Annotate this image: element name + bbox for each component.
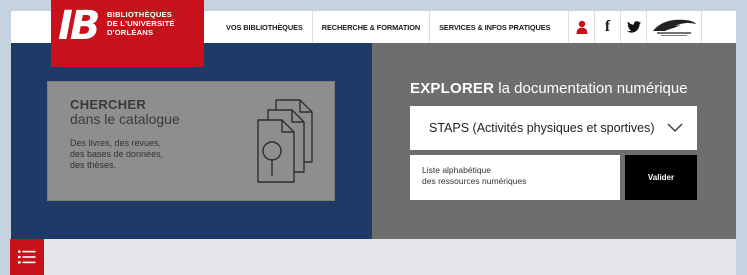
- nav-item-recherche-formation[interactable]: RECHERCHE & FORMATION: [311, 11, 429, 43]
- explore-panel: EXPLORER la documentation numérique STAP…: [372, 43, 736, 239]
- logo-text: BIBLIOTHÈQUES DE L'UNIVERSITÉ D'ORLÉANS: [107, 10, 175, 37]
- nav-item-vos-bibliotheques[interactable]: VOS BIBLIOTHÈQUES: [217, 11, 312, 43]
- submit-button[interactable]: Valider: [625, 155, 697, 200]
- logo-mark: IB: [58, 3, 100, 49]
- main-nav: VOS BIBLIOTHÈQUES RECHERCHE & FORMATION …: [217, 11, 559, 43]
- card-description-line: des thèses.: [70, 160, 117, 170]
- card-description-line: des bases de données,: [70, 149, 164, 159]
- list-menu-button[interactable]: [10, 239, 44, 275]
- content-area: [11, 239, 736, 275]
- logo-line: DE L'UNIVERSITÉ: [107, 19, 175, 28]
- alphabetical-list-link[interactable]: Liste alphabétique des ressources numéri…: [410, 155, 620, 200]
- card-description-line: Des livres, des revues,: [70, 138, 162, 148]
- discipline-select[interactable]: STAPS (Activités physiques et sportives): [410, 106, 697, 150]
- documents-search-icon: [257, 99, 313, 183]
- catalog-search-card[interactable]: CHERCHER dans le catalogue Des livres, d…: [47, 81, 335, 201]
- discipline-select-value: STAPS (Activités physiques et sportives): [429, 121, 655, 135]
- university-logo-icon[interactable]: [646, 11, 702, 43]
- explore-heading: EXPLORER la documentation numérique: [410, 80, 688, 97]
- explore-heading-bold: EXPLORER: [410, 80, 495, 97]
- card-subtitle: dans le catalogue: [70, 111, 180, 127]
- card-description: Des livres, des revues, des bases de don…: [70, 138, 200, 171]
- alphabetical-list-line: Liste alphabétique: [422, 165, 492, 175]
- catalog-panel: CHERCHER dans le catalogue Des livres, d…: [11, 43, 372, 239]
- list-menu-icon: [18, 250, 36, 264]
- site-logo[interactable]: IB BIBLIOTHÈQUES DE L'UNIVERSITÉ D'ORLÉA…: [51, 0, 204, 67]
- card-title: CHERCHER: [70, 97, 147, 112]
- nav-icons: f: [568, 11, 702, 43]
- logo-line: BIBLIOTHÈQUES: [107, 10, 173, 19]
- logo-line: D'ORLÉANS: [107, 28, 154, 37]
- chevron-down-icon: [667, 123, 683, 133]
- user-icon[interactable]: [568, 11, 594, 43]
- twitter-icon[interactable]: [620, 11, 646, 43]
- facebook-icon[interactable]: f: [594, 11, 620, 43]
- alphabetical-list-line: des ressources numériques: [422, 176, 527, 186]
- nav-item-services-infos[interactable]: SERVICES & INFOS PRATIQUES: [429, 11, 559, 43]
- explore-heading-rest: la documentation numérique: [494, 80, 688, 97]
